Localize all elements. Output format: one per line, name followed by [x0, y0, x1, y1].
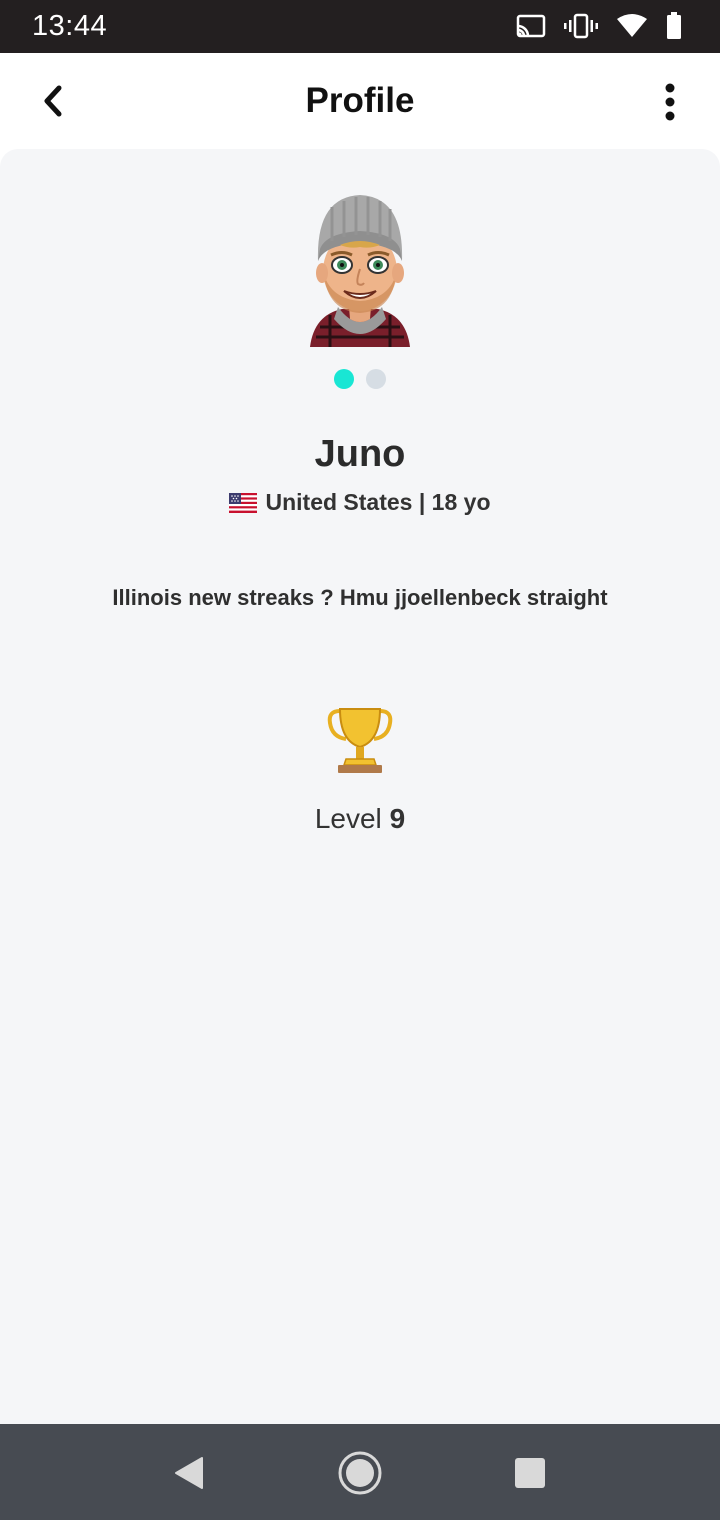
- profile-meta: United States | 18 yo: [0, 489, 720, 516]
- nav-back-button[interactable]: [163, 1448, 213, 1498]
- status-icons: [516, 12, 682, 40]
- level-label: Level: [314, 803, 382, 834]
- trophy-icon: [327, 708, 393, 773]
- profile-name: Juno: [314, 433, 406, 475]
- back-triangle-icon: [175, 1457, 203, 1489]
- system-navigation-bar: [0, 1424, 720, 1520]
- carousel-dot-active[interactable]: [334, 369, 354, 389]
- location-age: United States | 18 yo: [265, 489, 491, 515]
- more-vertical-icon: [665, 83, 675, 121]
- wifi-icon: [617, 14, 647, 37]
- level-indicator: Level 9: [0, 803, 720, 835]
- bitmoji-avatar[interactable]: [300, 187, 420, 349]
- status-bar: 13:44: [0, 0, 720, 53]
- header: Profile: [0, 53, 720, 149]
- vibrate-icon: [564, 13, 598, 39]
- avatar-carousel-indicator: [0, 369, 720, 389]
- us-flag-icon: [229, 492, 258, 513]
- recents-square-icon: [515, 1458, 545, 1488]
- home-circle-icon: [338, 1451, 382, 1495]
- nav-recents-button[interactable]: [505, 1448, 555, 1498]
- profile-card: Juno United States | 18 yo Illinois new …: [0, 149, 720, 1424]
- level-value: 9: [389, 803, 406, 834]
- status-time: 13:44: [32, 10, 108, 42]
- nav-home-button[interactable]: [335, 1448, 385, 1498]
- carousel-dot[interactable]: [366, 369, 386, 389]
- profile-bio: Illinois new streaks ? Hmu jjoellenbeck …: [112, 585, 608, 610]
- cast-icon: [516, 14, 546, 38]
- more-options-button[interactable]: [650, 79, 690, 125]
- page-title: Profile: [305, 81, 415, 120]
- battery-icon: [667, 12, 681, 39]
